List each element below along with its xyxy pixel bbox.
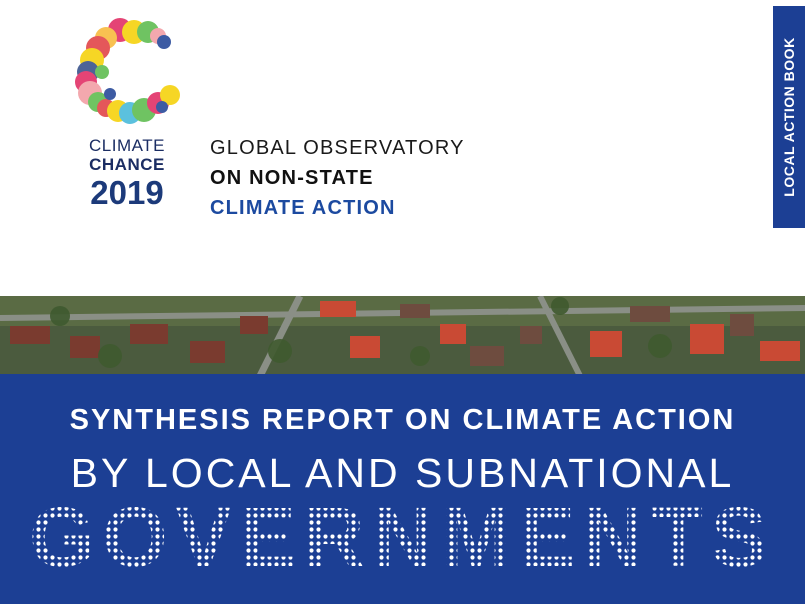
report-title-band: SYNTHESIS REPORT ON CLIMATE ACTION BY LO… — [0, 374, 805, 604]
brand-line2: CHANCE — [89, 155, 165, 174]
side-tab-label: LOCAL ACTION BOOK — [781, 37, 797, 197]
climate-chance-logo-icon — [75, 18, 180, 124]
observatory-line3: CLIMATE ACTION — [210, 197, 396, 219]
observatory-line1: GLOBAL OBSERVATORY — [210, 137, 465, 159]
local-action-book-tab: LOCAL ACTION BOOK — [773, 6, 805, 228]
brand-year: 2019 — [90, 174, 164, 211]
brand-block: CLIMATE CHANCE 2019 — [72, 136, 182, 211]
aerial-town-photo — [0, 296, 805, 376]
brand-line1: CLIMATE — [89, 136, 165, 155]
report-title-line1: SYNTHESIS REPORT ON CLIMATE ACTION — [69, 404, 736, 436]
report-title-line3: GOVERNMENTS — [29, 490, 775, 584]
observatory-line2: ON NON-STATE — [210, 167, 374, 189]
report-title-line3-graphic: GOVERNMENTS — [29, 490, 775, 584]
observatory-heading: GLOBAL OBSERVATORY ON NON-STATE CLIMATE … — [210, 133, 465, 223]
